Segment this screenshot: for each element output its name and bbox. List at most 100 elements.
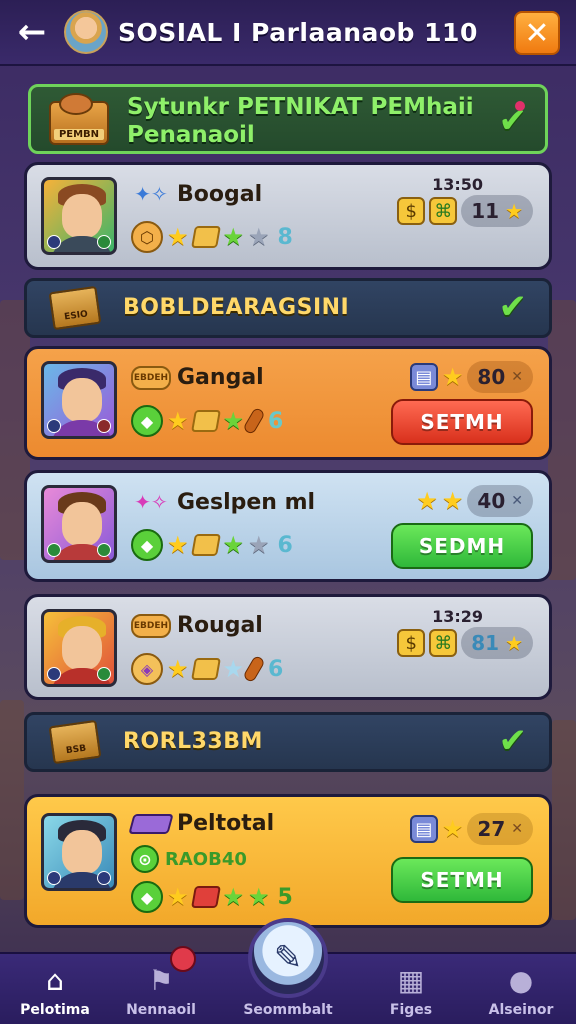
banner-icon-label: PEMBN: [54, 129, 104, 140]
ribbon-badge-label: EBDEH: [133, 620, 169, 631]
bonus-badge-icon: $: [397, 197, 426, 225]
player-card[interactable]: EBDEH Gangal ◆ ★ ★ 6 ▤ ★ 80 ✕ SETMH: [24, 346, 552, 460]
player-portrait: [41, 361, 117, 439]
count-pill: 11 ★: [461, 195, 533, 227]
tab-cards[interactable]: ▦ Figes: [356, 962, 466, 1019]
count-value: 81: [471, 631, 500, 655]
quest-banner[interactable]: PEMBN Sytunkr PETNIKAT PEMhaii Penanaoil…: [28, 84, 548, 154]
profile-icon: ●: [508, 963, 534, 997]
coin-icon: ⊙: [131, 845, 159, 873]
tab-label: Figes: [389, 1002, 433, 1018]
gold-block-icon: [190, 534, 221, 556]
player-portrait: [41, 813, 117, 891]
count-value: 80: [477, 365, 506, 389]
action-button[interactable]: SETMH: [391, 399, 533, 445]
timer-text: 13:29: [432, 607, 483, 626]
cards-icon: ▦: [397, 963, 425, 997]
star-icon: ★: [222, 407, 245, 435]
chest-icon-label: ESIO: [63, 309, 89, 323]
page-title: SOSIAL I Parlaanaob 110: [118, 17, 478, 47]
player-avatar[interactable]: [64, 10, 108, 54]
level-number: 6: [268, 656, 284, 682]
carrot-icon: [242, 654, 266, 684]
player-portrait: [41, 485, 117, 563]
player-name: Geslpen ml: [177, 489, 316, 515]
star-icon: ★: [167, 531, 189, 559]
pencil-icon: ✎: [273, 938, 303, 978]
close-small-icon[interactable]: ✕: [511, 821, 523, 837]
player-card[interactable]: EBDEH Rougal ◈ ★ ★ 6 13:29 $ ⌘ 81 ★: [24, 594, 552, 700]
player-card[interactable]: ✦✧ Boogal ⬡ ★ ★ ★ 8 13:50 $ ⌘ 11 ★: [24, 162, 552, 270]
section-divider[interactable]: BSB RORL33BM ✔: [24, 712, 552, 772]
banner-subtitle: Penanaoil: [127, 122, 255, 148]
level-number: 5: [277, 884, 293, 910]
player-name: Boogal: [177, 181, 263, 207]
player-card[interactable]: ✦✧ Geslpen ml ◆ ★ ★ ★ 6 ★ ★ 40 ✕ SEDMH: [24, 470, 552, 582]
player-portrait: [41, 177, 117, 255]
star-icon: ★: [441, 487, 464, 515]
star-icon: ★: [248, 883, 270, 911]
wings-icon: ✦✧: [134, 182, 168, 206]
player-portrait: [41, 609, 117, 687]
star-icon: ★: [222, 223, 245, 251]
carrot-icon: [242, 406, 266, 436]
player-name: Gangal: [177, 365, 264, 390]
bonus-badge-icon: $: [397, 629, 426, 657]
chest-icon-label: BSB: [65, 743, 87, 757]
tab-label: Alseinor: [488, 1002, 554, 1018]
count-pill: 80 ✕: [467, 361, 533, 393]
star-icon: ★: [222, 883, 245, 911]
tab-profile[interactable]: ● Alseinor: [466, 962, 576, 1019]
scroll-badge-icon: PEMBN: [49, 93, 109, 145]
star-icon: ★: [167, 407, 189, 435]
close-small-icon[interactable]: ✕: [511, 369, 523, 385]
check-icon[interactable]: ✔: [499, 287, 528, 327]
level-number: 8: [277, 224, 293, 250]
bonus-badge-icon: ⌘: [429, 629, 458, 657]
star-icon: ★: [441, 815, 464, 843]
player-name: Rougal: [177, 613, 263, 638]
emerald-shield-icon: ◆: [131, 881, 163, 913]
star-icon: ★: [222, 655, 245, 683]
notification-dot: [170, 946, 196, 972]
star-icon: ★: [167, 883, 189, 911]
star-icon: ★: [248, 531, 270, 559]
player-card[interactable]: Peltotal ⊙ RAOB40 ◆ ★ ★ ★ 5 ▤ ★ 27 ✕ SET…: [24, 794, 552, 928]
close-button[interactable]: ✕: [514, 11, 560, 55]
check-icon[interactable]: ✔: [499, 721, 528, 761]
ribbon-badge-label: EBDEH: [133, 372, 169, 383]
back-arrow-icon[interactable]: ←: [12, 12, 52, 52]
tab-label: Pelotima: [20, 1002, 90, 1018]
action-button[interactable]: SETMH: [391, 857, 533, 903]
section-title: RORL33BM: [123, 729, 263, 754]
star-icon: ★: [505, 199, 523, 223]
wings-icon: ✦✧: [134, 490, 168, 514]
action-button[interactable]: SEDMH: [391, 523, 533, 569]
background-house: [548, 300, 576, 580]
background-house: [0, 700, 24, 900]
count-value: 27: [477, 817, 506, 841]
level-number: 6: [268, 408, 284, 434]
potion-jar-icon: ▤: [409, 815, 438, 843]
count-pill: 81 ★: [461, 627, 533, 659]
book-icon: [128, 813, 174, 834]
banner-title: Sytunkr PETNIKAT PEMhaii: [127, 94, 474, 120]
count-value: 11: [471, 199, 500, 223]
count-value: 40: [477, 489, 506, 513]
tab-flag[interactable]: ⚑ Nennaoil: [106, 962, 216, 1019]
potion-jar-icon: ▤: [409, 363, 438, 391]
center-action-button[interactable]: ✎: [248, 918, 328, 998]
close-small-icon[interactable]: ✕: [511, 493, 523, 509]
star-icon: ★: [441, 363, 464, 391]
ruby-block-icon: [190, 886, 221, 908]
background-house: [552, 720, 576, 920]
top-bar: ← SOSIAL I Parlaanaob 110 ✕: [0, 0, 576, 66]
player-subtitle: RAOB40: [165, 848, 247, 870]
count-pill: 27 ✕: [467, 813, 533, 845]
notification-dot: [515, 101, 525, 111]
shield-icon: ⬡: [131, 221, 163, 253]
ribbon-badge-icon: EBDEH: [131, 613, 171, 638]
section-divider[interactable]: ESIO BOBLDEARAGSINI ✔: [24, 278, 552, 338]
star-icon: ★: [167, 655, 189, 683]
tab-home[interactable]: ⌂ Pelotima: [0, 962, 110, 1019]
